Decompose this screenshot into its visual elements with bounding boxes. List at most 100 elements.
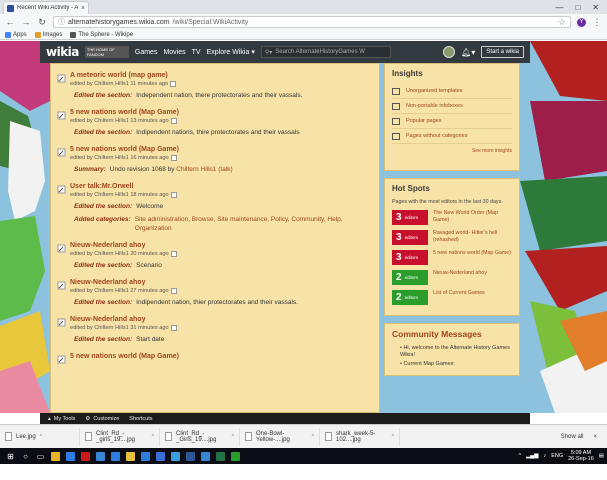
- diff-icon[interactable]: [170, 251, 177, 257]
- activity-title-link[interactable]: Nieuw-Nederland ahoy: [70, 242, 379, 249]
- hot-spot-link[interactable]: Nieuw-Nederland ahoy: [433, 270, 487, 277]
- diff-icon[interactable]: [170, 155, 177, 161]
- search-icon[interactable]: ○: [18, 449, 33, 463]
- insights-item[interactable]: Unorganized templates: [392, 84, 512, 99]
- close-window-button[interactable]: ✕: [592, 3, 599, 12]
- hot-spot-link[interactable]: The New World Order (Map Game): [433, 210, 512, 223]
- download-item[interactable]: One-Bowl-Yellow-....jpg ^: [240, 427, 320, 446]
- insights-item[interactable]: Popular pages: [392, 114, 512, 129]
- activity-title-link[interactable]: 5 new nations world (Map Game): [70, 109, 379, 116]
- activity-title-link[interactable]: 5 new nations world (Map Game): [70, 353, 379, 360]
- chevron-up-icon[interactable]: ^: [40, 434, 42, 440]
- reload-icon[interactable]: ↻: [37, 17, 47, 28]
- download-item[interactable]: Clint_Rd_-_girls_19....jpg ^: [80, 427, 160, 446]
- show-all-button[interactable]: Show all: [561, 434, 584, 440]
- nav-movies[interactable]: Movies: [163, 49, 185, 56]
- hot-spot-link[interactable]: List of Current Games: [433, 290, 485, 297]
- tab-close-icon[interactable]: ×: [81, 5, 85, 12]
- edge-app-icon[interactable]: [63, 449, 78, 463]
- my-tools-menu[interactable]: ▴ My Tools: [48, 416, 75, 422]
- edit-pencil-icon: [57, 185, 66, 194]
- insights-item[interactable]: Non-portable infoboxes: [392, 99, 512, 114]
- browser-tab[interactable]: Recent Wiki Activity - Alte ×: [3, 1, 89, 14]
- chevron-up-icon[interactable]: ^: [392, 434, 394, 440]
- task-view-icon[interactable]: ▭: [33, 449, 48, 463]
- word-app-icon[interactable]: [183, 449, 198, 463]
- chevron-up-icon[interactable]: ^: [152, 434, 154, 440]
- detail-label: Edited the section:: [74, 299, 133, 306]
- see-more-insights-link[interactable]: See more insights: [392, 148, 512, 154]
- user-link[interactable]: Chiltern Hills1: [176, 166, 216, 173]
- wiki-search-input[interactable]: ⚲▾ Search AlternateHistoryGames W: [260, 46, 391, 58]
- star-bookmark-icon[interactable]: ☆: [558, 17, 566, 28]
- excel-app-icon[interactable]: [213, 449, 228, 463]
- clock[interactable]: 5:09 AM 26-Sep-16: [568, 450, 594, 462]
- ie-app-icon[interactable]: [168, 449, 183, 463]
- hot-spot-link[interactable]: Ravaged world- Hitler's hell (rehashed): [433, 230, 512, 243]
- hot-spot-item: 3 editors Ravaged world- Hitler's hell (re…: [392, 230, 512, 245]
- tray-arrow-icon[interactable]: ^: [518, 453, 521, 459]
- download-item[interactable]: Clint_Rd_-_Girls_19....jpg ^: [160, 427, 240, 446]
- folder-app-icon[interactable]: [123, 449, 138, 463]
- photos-app-icon[interactable]: [153, 449, 168, 463]
- diff-icon[interactable]: [170, 118, 177, 124]
- store-app-icon[interactable]: [93, 449, 108, 463]
- extension-icon[interactable]: Y: [577, 17, 586, 27]
- editor-count-badge: 3 editors: [392, 210, 428, 225]
- shortcuts-button[interactable]: Shortcuts: [129, 416, 152, 422]
- chrome-app-icon[interactable]: [48, 449, 63, 463]
- bluestack-app-icon[interactable]: [198, 449, 213, 463]
- activity-title-link[interactable]: A meteoric world (map game): [70, 72, 379, 79]
- notifications-bell-icon[interactable]: 🔔︎▾: [461, 48, 475, 57]
- language-indicator[interactable]: ENG: [551, 453, 563, 459]
- ie-icon: [171, 451, 180, 461]
- nav-games[interactable]: Games: [135, 49, 158, 56]
- talk-link[interactable]: (talk): [218, 166, 232, 173]
- bookmark-images[interactable]: Images: [34, 31, 62, 38]
- activity-title-link[interactable]: User talk:Mr.Orwell: [70, 183, 379, 190]
- insights-item[interactable]: Pages without categories: [392, 129, 512, 144]
- windows-start-icon[interactable]: ⊞: [3, 449, 18, 463]
- diff-icon[interactable]: [170, 81, 177, 87]
- user-avatar[interactable]: [443, 46, 456, 58]
- diff-icon[interactable]: [170, 325, 177, 331]
- diff-icon[interactable]: [170, 288, 177, 294]
- bookmark-the[interactable]: The Sphere - Wikipe: [70, 31, 133, 38]
- volume-icon[interactable]: ♪: [543, 453, 546, 459]
- download-item[interactable]: shark_week-5-102....jpg ^: [320, 427, 400, 446]
- forward-arrow-icon[interactable]: →: [21, 17, 31, 27]
- mail-app-icon[interactable]: [108, 449, 123, 463]
- detail-value: Indipendent nations, thire protectorates…: [136, 129, 300, 136]
- start-a-wikia-button[interactable]: Start a wikia: [481, 46, 524, 58]
- chevron-up-icon[interactable]: ^: [312, 434, 314, 440]
- page-icon: ⓘ: [58, 19, 65, 26]
- wikia-logo[interactable]: wikia: [46, 45, 79, 59]
- address-bar: ← → ↻ ⓘ alternatehistorygames.wikia.com /…: [0, 14, 607, 30]
- maximize-button[interactable]: □: [575, 3, 580, 12]
- activity-title-link[interactable]: Nieuw-Nederland ahoy: [70, 279, 379, 286]
- media-app-icon[interactable]: [138, 449, 153, 463]
- nav-explore-wikia[interactable]: Explore Wikia ▾: [207, 48, 255, 56]
- detail-value: Independent nation, there protectorates …: [136, 92, 303, 99]
- detail-value: Site administration, Browse, Site mainte…: [134, 216, 343, 232]
- opera-app-icon[interactable]: [78, 449, 93, 463]
- hot-spot-link[interactable]: 5 new nations world (Map Game): [433, 250, 511, 257]
- network-icon[interactable]: ▂▄▆: [526, 453, 538, 459]
- chevron-up-icon[interactable]: ^: [232, 434, 234, 440]
- bookmark-apps[interactable]: Apps: [5, 31, 27, 38]
- customize-button[interactable]: ⚙ Customize: [85, 416, 119, 422]
- download-item[interactable]: Lee.jpg ^: [0, 427, 80, 446]
- tab-strip: Recent Wiki Activity - Alte × — □ ✕: [0, 0, 607, 14]
- nav-tv[interactable]: TV: [192, 49, 201, 56]
- community-messages-heading: Community Messages: [392, 329, 482, 339]
- url-field[interactable]: ⓘ alternatehistorygames.wikia.com/wiki/S…: [53, 16, 571, 28]
- pen-app-icon[interactable]: [228, 449, 243, 463]
- close-downloads-icon[interactable]: ×: [593, 434, 597, 440]
- diff-icon[interactable]: [170, 192, 177, 198]
- notifications-icon[interactable]: ▤: [599, 453, 604, 459]
- menu-dots-icon[interactable]: ⋮: [592, 17, 602, 28]
- activity-title-link[interactable]: 5 new nations world (Map Game): [70, 146, 379, 153]
- activity-title-link[interactable]: Nieuw-Nederland ahoy: [70, 316, 379, 323]
- back-arrow-icon[interactable]: ←: [5, 17, 15, 27]
- minimize-button[interactable]: —: [555, 3, 563, 12]
